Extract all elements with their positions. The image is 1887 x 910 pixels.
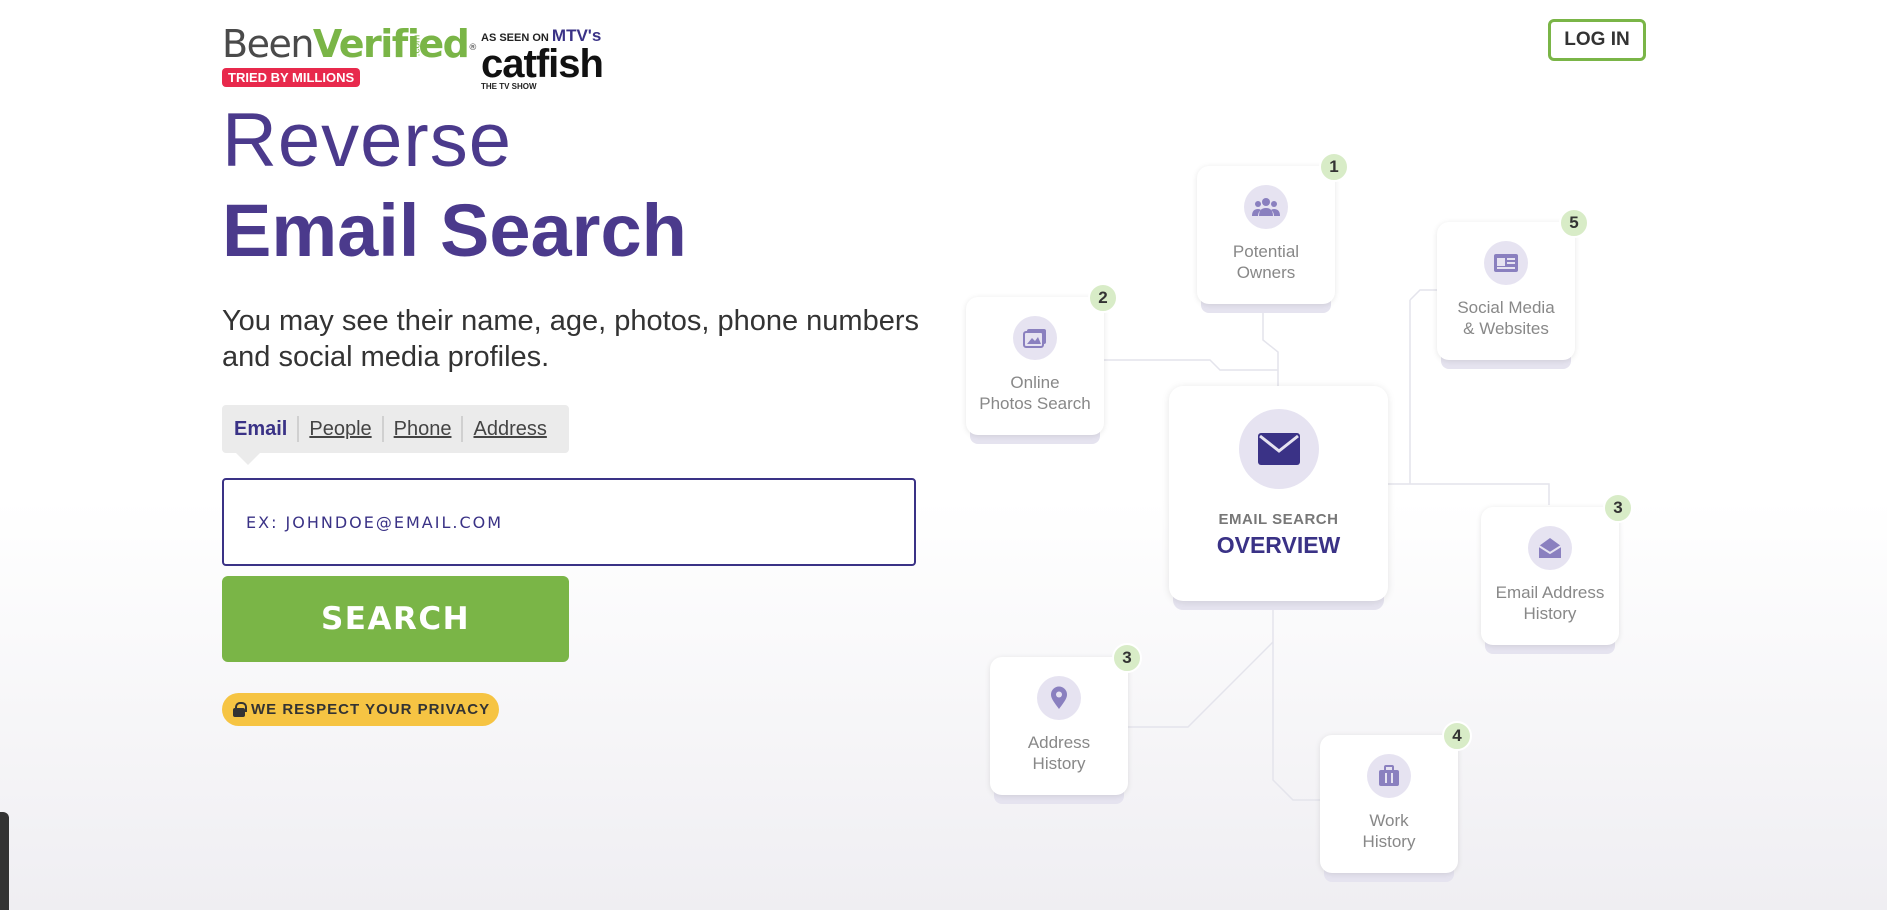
logo-com: .com (411, 34, 423, 57)
login-button[interactable]: LOG IN (1548, 19, 1646, 61)
node-label: Owners (1236, 263, 1296, 282)
node-label: & Websites (1463, 319, 1549, 338)
node-address-history: Address History 3 (990, 643, 1142, 795)
count-badge: 2 (1088, 283, 1118, 313)
node-label: Address (1027, 733, 1091, 752)
tried-by-millions-badge: TRIED BY MILLIONS (222, 68, 361, 87)
node-email-history: Email Address History 3 (1481, 493, 1633, 645)
catfish-logo: catfish (481, 42, 604, 86)
node-label: Potential (1232, 242, 1300, 261)
open-envelope-icon (1528, 526, 1572, 570)
node-online-photos: Online Photos Search 2 (966, 283, 1118, 435)
users-icon (1244, 185, 1288, 229)
count-badge: 5 (1559, 208, 1589, 238)
node-label: Online (1010, 373, 1060, 392)
tab-email[interactable]: Email (234, 416, 297, 442)
email-search-input[interactable] (222, 478, 916, 566)
beenverified-logo[interactable]: BeenVerified® .com TRIED BY MILLIONS (222, 22, 477, 87)
node-label: History (1523, 604, 1577, 623)
node-label: History (1362, 832, 1416, 851)
node-label: Photos Search (979, 394, 1091, 413)
page-title-reverse: Reverse (222, 98, 512, 183)
map-pin-icon (1037, 676, 1081, 720)
search-type-tabs: Email People Phone Address (222, 405, 569, 465)
briefcase-icon (1367, 754, 1411, 798)
node-work-history: Work History 4 (1320, 721, 1472, 873)
node-label: Work (1369, 811, 1409, 830)
node-label: Email Address (1495, 583, 1605, 602)
hero-subtitle: You may see their name, age, photos, pho… (222, 305, 919, 373)
count-badge: 3 (1603, 493, 1633, 523)
email-search-overview-card: EMAIL SEARCH OVERVIEW (1169, 386, 1388, 601)
overview-title: OVERVIEW (1216, 532, 1341, 558)
node-label: History (1032, 754, 1086, 773)
as-seen-on-tv: AS SEEN ON MTV's catfish THE TV SHOW (481, 26, 604, 91)
tab-phone[interactable]: Phone (381, 416, 462, 442)
tab-address[interactable]: Address (461, 416, 556, 442)
privacy-label: WE RESPECT YOUR PRIVACY (251, 701, 491, 718)
logo-wordmark: BeenVerified® (222, 22, 477, 66)
count-badge: 3 (1112, 643, 1142, 673)
envelope-icon (1238, 409, 1319, 489)
count-badge: 4 (1442, 721, 1472, 751)
search-button[interactable]: SEARCH (222, 576, 569, 662)
tab-people[interactable]: People (297, 416, 381, 442)
privacy-badge[interactable]: WE RESPECT YOUR PRIVACY (222, 693, 500, 726)
node-potential-owners: Potential Owners 1 (1197, 152, 1349, 304)
photo-icon (1013, 316, 1057, 360)
node-label: Social Media (1457, 298, 1555, 317)
side-feedback-tab[interactable] (0, 812, 9, 910)
page-title-email-search: Email Search (222, 189, 687, 272)
overview-kicker: EMAIL SEARCH (1218, 511, 1339, 528)
lock-icon (233, 702, 247, 717)
id-card-icon (1484, 241, 1528, 285)
node-social-media: Social Media & Websites 5 (1437, 208, 1589, 360)
count-badge: 1 (1319, 152, 1349, 182)
